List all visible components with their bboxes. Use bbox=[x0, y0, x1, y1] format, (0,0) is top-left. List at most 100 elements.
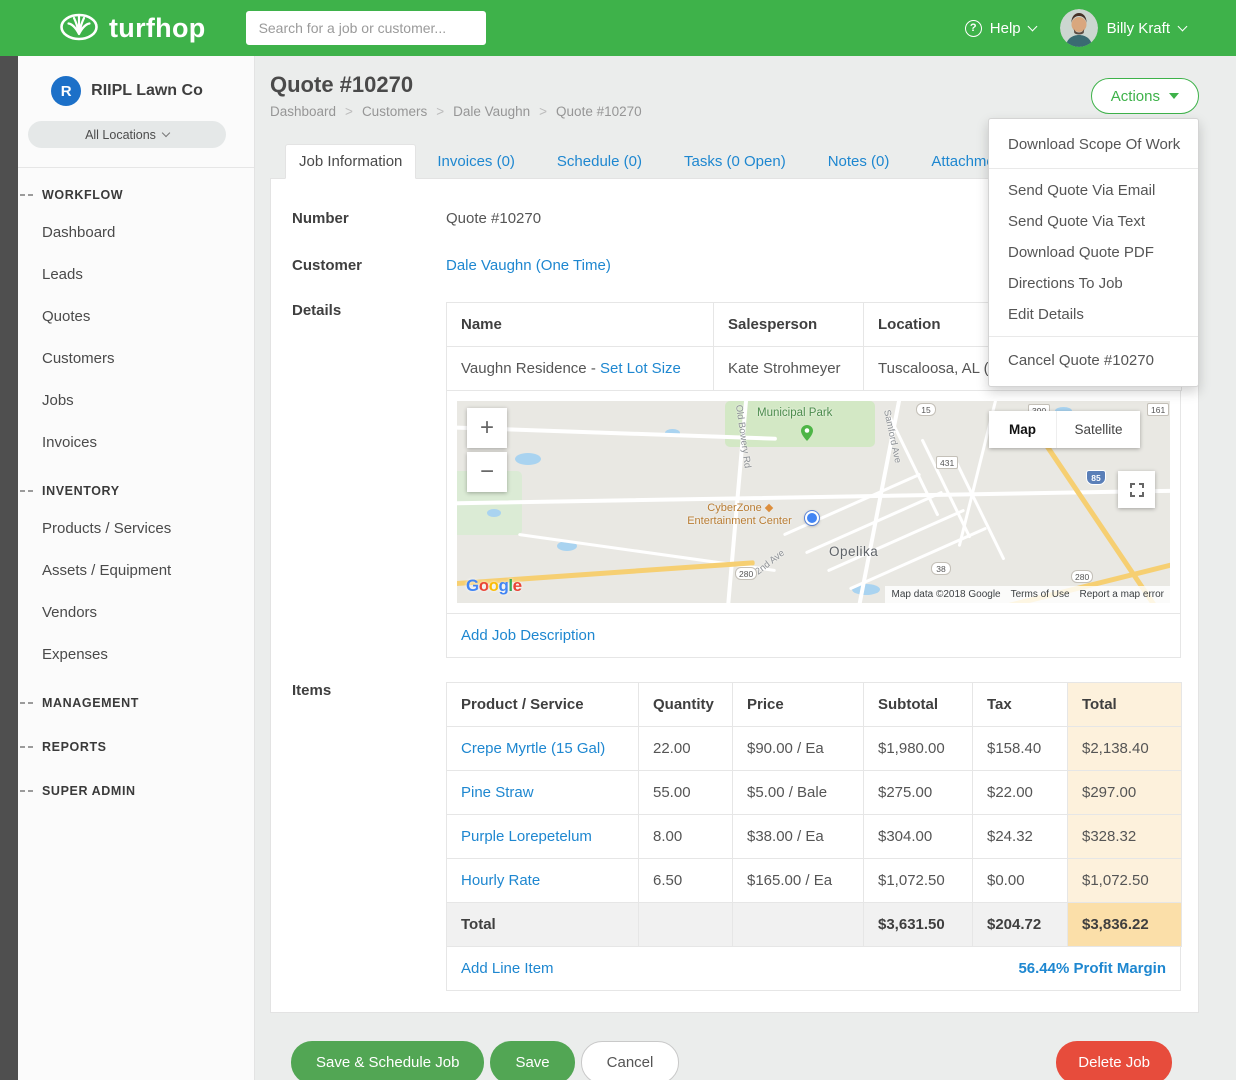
breadcrumb-dashboard[interactable]: Dashboard bbox=[270, 104, 362, 119]
product-link[interactable]: Purple Lorepetelum bbox=[461, 828, 592, 845]
company-switcher[interactable]: R RIIPL Lawn Co bbox=[0, 56, 254, 106]
items-total-row: Total $3,631.50 $204.72 $3,836.22 bbox=[447, 903, 1182, 947]
map-view-button[interactable]: Map bbox=[989, 411, 1056, 448]
sidebar-item-vendors[interactable]: Vendors bbox=[0, 592, 254, 634]
terms-of-use-link[interactable]: Terms of Use bbox=[1011, 589, 1070, 600]
sidebar-item-quotes[interactable]: Quotes bbox=[0, 296, 254, 338]
left-rail bbox=[0, 56, 18, 1080]
set-lot-size-link[interactable]: Set Lot Size bbox=[600, 360, 681, 377]
customer-link[interactable]: Dale Vaughn bbox=[446, 257, 532, 274]
tab-invoices[interactable]: Invoices (0) bbox=[416, 145, 536, 179]
total-cell: $2,138.40 bbox=[1068, 727, 1182, 771]
brand-logo[interactable]: turfhop bbox=[58, 10, 206, 46]
company-name: RIIPL Lawn Co bbox=[91, 82, 203, 100]
park-pin-icon bbox=[801, 425, 813, 445]
delete-job-button[interactable]: Delete Job bbox=[1056, 1041, 1172, 1080]
poi-name-line2: Entertainment Center bbox=[657, 515, 822, 528]
menu-item-edit-details[interactable]: Edit Details bbox=[989, 299, 1198, 330]
satellite-view-button[interactable]: Satellite bbox=[1056, 411, 1140, 448]
actions-button[interactable]: Actions bbox=[1091, 78, 1199, 114]
sidebar-item-expenses[interactable]: Expenses bbox=[0, 634, 254, 676]
menu-item-download-scope[interactable]: Download Scope Of Work bbox=[989, 127, 1198, 162]
location-selector[interactable]: All Locations bbox=[28, 121, 226, 148]
nav-section-inventory: INVENTORY bbox=[0, 464, 254, 508]
search-input[interactable] bbox=[246, 11, 486, 45]
map-container: Municipal Park CyberZone Entertainment C… bbox=[446, 391, 1181, 614]
details-footer: Add Job Description bbox=[446, 614, 1181, 658]
nav-section-super-admin[interactable]: SUPER ADMIN bbox=[0, 764, 254, 808]
help-menu[interactable]: ? Help bbox=[965, 20, 1036, 37]
add-line-item-link[interactable]: Add Line Item bbox=[461, 960, 554, 977]
tab-job-information[interactable]: Job Information bbox=[285, 144, 416, 179]
product-link[interactable]: Pine Straw bbox=[461, 784, 534, 801]
sidebar-item-products-services[interactable]: Products / Services bbox=[0, 508, 254, 550]
map-label-poi: CyberZone Entertainment Center bbox=[657, 502, 822, 528]
google-logo[interactable]: Google bbox=[466, 576, 522, 596]
google-map[interactable]: Municipal Park CyberZone Entertainment C… bbox=[457, 401, 1170, 603]
sidebar-item-customers[interactable]: Customers bbox=[0, 338, 254, 380]
map-water bbox=[515, 453, 541, 465]
caret-down-icon bbox=[1169, 93, 1179, 99]
price-cell: $165.00 / Ea bbox=[733, 859, 864, 903]
nav-section-label: WORKFLOW bbox=[42, 188, 123, 202]
zoom-in-button[interactable]: + bbox=[467, 408, 507, 448]
item-row: Hourly Rate 6.50 $165.00 / Ea $1,072.50 … bbox=[447, 859, 1182, 903]
menu-item-directions[interactable]: Directions To Job bbox=[989, 268, 1198, 299]
menu-item-download-pdf[interactable]: Download Quote PDF bbox=[989, 237, 1198, 268]
tab-bar: Job Information Invoices (0) Schedule (0… bbox=[285, 144, 1058, 179]
add-job-description-link[interactable]: Add Job Description bbox=[461, 627, 595, 644]
nav-section-label: MANAGEMENT bbox=[42, 696, 139, 710]
fullscreen-button[interactable] bbox=[1118, 471, 1155, 508]
map-attribution: Map data ©2018 Google Terms of Use Repor… bbox=[885, 586, 1170, 603]
tax-cell: $24.32 bbox=[973, 815, 1068, 859]
number-label: Number bbox=[292, 210, 446, 227]
map-label-city: Opelika bbox=[829, 544, 878, 559]
menu-item-send-email[interactable]: Send Quote Via Email bbox=[989, 175, 1198, 206]
nav-section-label: REPORTS bbox=[42, 740, 107, 754]
nav-section-management[interactable]: MANAGEMENT bbox=[0, 676, 254, 720]
chevron-down-icon bbox=[1027, 21, 1037, 31]
customer-type-link[interactable]: (One Time) bbox=[536, 257, 611, 274]
avatar bbox=[1060, 9, 1098, 47]
sidebar-item-jobs[interactable]: Jobs bbox=[0, 380, 254, 422]
items-table: Product / Service Quantity Price Subtota… bbox=[446, 682, 1182, 947]
zoom-out-button[interactable]: − bbox=[467, 452, 507, 492]
sidebar-item-leads[interactable]: Leads bbox=[0, 254, 254, 296]
sidebar-item-invoices[interactable]: Invoices bbox=[0, 422, 254, 464]
items-box: Product / Service Quantity Price Subtota… bbox=[446, 682, 1182, 991]
report-map-error-link[interactable]: Report a map error bbox=[1080, 589, 1164, 600]
tab-schedule[interactable]: Schedule (0) bbox=[536, 145, 663, 179]
location-selector-label: All Locations bbox=[85, 128, 156, 142]
route-shield: 161 bbox=[1147, 403, 1169, 416]
menu-item-cancel-quote[interactable]: Cancel Quote #10270 bbox=[989, 343, 1198, 378]
customer-label: Customer bbox=[292, 257, 446, 274]
save-button[interactable]: Save bbox=[490, 1041, 574, 1080]
tab-tasks[interactable]: Tasks (0 Open) bbox=[663, 145, 807, 179]
route-shield: 280 bbox=[735, 567, 757, 580]
location-marker bbox=[805, 511, 819, 525]
user-name: Billy Kraft bbox=[1107, 20, 1170, 37]
subtotal-cell: $1,072.50 bbox=[864, 859, 973, 903]
chevron-down-icon bbox=[162, 129, 170, 137]
breadcrumb-customer-name[interactable]: Dale Vaughn bbox=[453, 104, 556, 119]
quantity-cell: 6.50 bbox=[639, 859, 733, 903]
details-name-cell: Vaughn Residence - Set Lot Size bbox=[447, 347, 714, 391]
nav-section-label: SUPER ADMIN bbox=[42, 784, 136, 798]
menu-item-send-text[interactable]: Send Quote Via Text bbox=[989, 206, 1198, 237]
user-menu[interactable]: Billy Kraft bbox=[1060, 9, 1186, 47]
tab-notes[interactable]: Notes (0) bbox=[807, 145, 911, 179]
nav-section-label: INVENTORY bbox=[42, 484, 120, 498]
item-row: Crepe Myrtle (15 Gal) 22.00 $90.00 / Ea … bbox=[447, 727, 1182, 771]
product-link[interactable]: Hourly Rate bbox=[461, 872, 540, 889]
brand-name: turfhop bbox=[109, 13, 206, 44]
sidebar-item-dashboard[interactable]: Dashboard bbox=[0, 212, 254, 254]
details-header-name: Name bbox=[447, 303, 714, 347]
route-shield: 15 bbox=[916, 403, 936, 416]
sidebar-item-assets-equipment[interactable]: Assets / Equipment bbox=[0, 550, 254, 592]
cancel-button[interactable]: Cancel bbox=[581, 1041, 680, 1080]
chevron-down-icon bbox=[1178, 21, 1188, 31]
save-schedule-job-button[interactable]: Save & Schedule Job bbox=[291, 1041, 484, 1080]
nav-section-reports[interactable]: REPORTS bbox=[0, 720, 254, 764]
product-link[interactable]: Crepe Myrtle (15 Gal) bbox=[461, 740, 605, 757]
breadcrumb-customers[interactable]: Customers bbox=[362, 104, 453, 119]
